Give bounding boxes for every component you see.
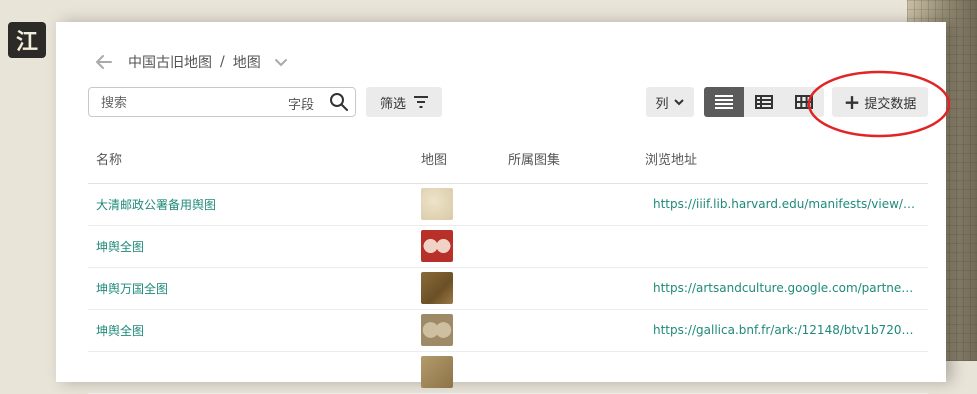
maps-table: 名称 地图 所属图集 浏览地址 大清邮政公署备用舆图 https://iiif.… [88,139,928,394]
filter-button[interactable]: 筛选 [366,87,442,117]
chevron-down-icon [673,99,684,106]
submit-data-button[interactable]: + 提交数据 [832,87,928,117]
header-url[interactable]: 浏览地址 [645,149,697,168]
breadcrumb-separator: / [220,54,225,70]
columns-label: 列 [655,96,669,112]
list-view-icon [715,95,733,109]
map-name-link[interactable]: 坤舆全图 [96,238,144,255]
breadcrumb-current: 地图 [232,55,261,71]
plus-icon: + [843,90,861,114]
search-icon[interactable] [329,92,349,112]
map-url-link[interactable]: https://gallica.bnf.fr/ark:/12148/btv1b7… [653,323,918,337]
search-field-selector[interactable]: 字段 [288,94,314,113]
main-panel: 中国古旧地图 / 地图 字段 筛选 列 + 提交数据 [56,22,951,394]
table-row: 大清邮政公署备用舆图 https://iiif.lib.harvard.edu/… [88,184,928,226]
table-row [88,352,928,394]
chevron-down-icon[interactable] [273,54,289,70]
map-thumbnail[interactable] [421,314,453,346]
breadcrumb: 中国古旧地图 / 地图 [94,50,289,74]
map-url-link[interactable]: https://iiif.lib.harvard.edu/manifests/v… [653,197,918,211]
map-name-link[interactable]: 大清邮政公署备用舆图 [96,196,216,213]
filter-icon [414,96,428,108]
table-row: 坤舆全图 https://gallica.bnf.fr/ark:/12148/b… [88,310,928,352]
search-box: 字段 [88,87,356,117]
table-view-button[interactable] [744,87,784,117]
grid-view-icon [795,95,813,109]
header-name[interactable]: 名称 [96,149,122,168]
submit-data-label: 提交数据 [864,96,917,112]
map-name-link[interactable]: 坤舆万国全图 [96,280,168,297]
list-view-button[interactable] [704,87,744,117]
search-input[interactable] [99,93,273,113]
app-logo[interactable]: 江 [8,22,46,58]
map-url-link[interactable]: https://artsandculture.google.com/partne… [653,281,918,295]
table-row: 坤舆万国全图 https://artsandculture.google.com… [88,268,928,310]
columns-button[interactable]: 列 [646,87,694,117]
table-row: 坤舆全图 [88,226,928,268]
map-thumbnail[interactable] [421,230,453,262]
table-view-icon [755,95,773,109]
back-arrow-icon[interactable] [94,52,114,72]
map-thumbnail[interactable] [421,272,453,304]
table-header: 名称 地图 所属图集 浏览地址 [88,139,928,184]
breadcrumb-parent[interactable]: 中国古旧地图 [128,52,212,72]
map-thumbnail[interactable] [421,188,453,220]
map-name-link[interactable]: 坤舆全图 [96,322,144,339]
grid-view-button[interactable] [784,87,824,117]
header-map[interactable]: 地图 [421,149,447,168]
view-switcher [704,87,824,117]
header-collection[interactable]: 所属图集 [508,149,560,168]
filter-label: 筛选 [379,96,406,112]
